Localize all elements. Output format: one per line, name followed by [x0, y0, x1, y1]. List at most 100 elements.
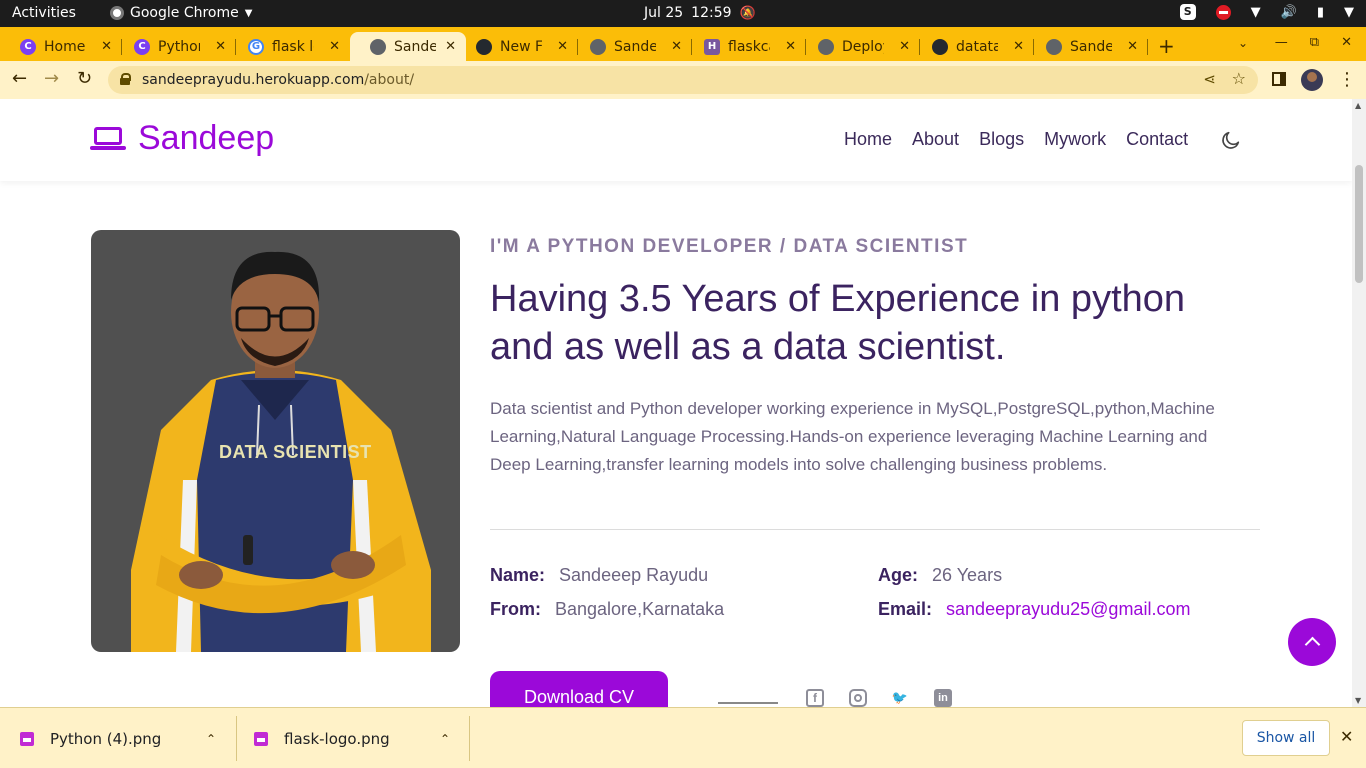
- close-tab-icon[interactable]: ✕: [1013, 39, 1024, 54]
- restore-icon[interactable]: ⧉: [1310, 35, 1319, 50]
- close-tab-icon[interactable]: ✕: [329, 39, 340, 54]
- scrollbar-thumb[interactable]: [1355, 165, 1363, 283]
- volume-icon: 🔊: [1280, 4, 1297, 20]
- info-value: 26 Years: [932, 565, 1003, 585]
- scroll-up-arrow-icon[interactable]: ▲: [1355, 101, 1361, 110]
- info-email: Email: sandeeprayudu25@gmail.com: [878, 599, 1190, 620]
- linkedin-icon[interactable]: in: [934, 689, 952, 707]
- tab-title: Sandee: [1070, 38, 1112, 55]
- tab[interactable]: Deploy ✕: [798, 32, 920, 61]
- side-panel-icon[interactable]: [1272, 72, 1286, 86]
- skype-icon[interactable]: S: [1179, 4, 1196, 20]
- tab-title: Sandee: [614, 38, 656, 55]
- tab[interactable]: New Fil ✕: [456, 32, 578, 61]
- close-tab-icon[interactable]: ✕: [671, 39, 682, 54]
- minimize-icon[interactable]: —: [1275, 35, 1288, 50]
- close-window-icon[interactable]: ✕: [1341, 35, 1352, 50]
- email-link[interactable]: sandeeprayudu25@gmail.com: [946, 599, 1190, 619]
- bookmark-star-icon[interactable]: ☆: [1232, 69, 1246, 88]
- chevron-up-icon[interactable]: ⌃: [206, 732, 216, 746]
- info-label: Age:: [878, 565, 918, 585]
- tab-title: Deploy: [842, 38, 884, 55]
- download-item[interactable]: flask-logo.png ⌃: [254, 708, 466, 768]
- divider: [236, 716, 237, 761]
- about-headline: Having 3.5 Years of Experience in python…: [490, 278, 1186, 368]
- tab[interactable]: G flask lo ✕: [228, 32, 350, 61]
- circle-c-icon: C: [134, 38, 150, 55]
- app-menu[interactable]: Google Chrome ▼: [110, 5, 252, 21]
- nav-contact[interactable]: Contact: [1126, 129, 1188, 150]
- divider: [469, 716, 470, 761]
- close-shelf-icon[interactable]: ✕: [1340, 727, 1353, 746]
- nav-blogs[interactable]: Blogs: [979, 129, 1024, 150]
- tab-strip: C Home - ✕ C Python ✕ G flask lo ✕ Sande…: [0, 27, 1366, 61]
- battery-icon: ▮: [1316, 4, 1324, 20]
- url-path: /about/: [364, 72, 415, 88]
- share-icon[interactable]: ⋖: [1203, 70, 1216, 88]
- tab-title: flaskca: [728, 38, 770, 55]
- tab[interactable]: datatal ✕: [912, 32, 1034, 61]
- do-not-disturb-icon[interactable]: [1215, 4, 1231, 20]
- info-name: Name: Sandeeep Rayudu: [490, 565, 708, 586]
- close-tab-icon[interactable]: ✕: [1127, 39, 1138, 54]
- close-tab-icon[interactable]: ✕: [899, 39, 910, 54]
- page-viewport: Sandeep Home About Blogs Mywork Contact: [0, 99, 1366, 707]
- tab-title: Home -: [44, 38, 86, 55]
- tab-title: datatal: [956, 38, 998, 55]
- system-menu-caret-icon[interactable]: ▼: [1344, 5, 1354, 20]
- close-tab-icon[interactable]: ✕: [215, 39, 226, 54]
- close-tab-icon[interactable]: ✕: [101, 39, 112, 54]
- tab[interactable]: H flaskca ✕: [684, 32, 806, 61]
- nav-about[interactable]: About: [912, 129, 959, 150]
- about-kicker: I'M A PYTHON DEVELOPER / DATA SCIENTIST: [490, 236, 969, 257]
- tab-active[interactable]: Sandee ✕: [350, 32, 466, 61]
- notifications-muted-icon: 🔕: [739, 5, 756, 21]
- close-tab-icon[interactable]: ✕: [445, 39, 456, 54]
- divider: [490, 529, 1260, 530]
- download-cv-button[interactable]: Download CV: [490, 671, 668, 707]
- tab[interactable]: C Python ✕: [114, 32, 236, 61]
- close-tab-icon[interactable]: ✕: [785, 39, 796, 54]
- image-file-icon: [20, 731, 34, 746]
- app-name: Google Chrome: [130, 5, 239, 21]
- dark-mode-moon-icon[interactable]: [1220, 129, 1242, 151]
- nav-mywork[interactable]: Mywork: [1044, 129, 1106, 150]
- profile-photo: DATA SCIENTIST: [91, 230, 460, 652]
- tab[interactable]: Sandee ✕: [570, 32, 692, 61]
- social-divider-line: [718, 702, 778, 704]
- tab[interactable]: C Home - ✕: [0, 32, 122, 61]
- activities-button[interactable]: Activities: [12, 5, 76, 21]
- system-tray[interactable]: S ▼ 🔊 ▮ ▼: [1179, 4, 1354, 20]
- twitter-icon[interactable]: 🐦: [891, 689, 909, 707]
- close-tab-icon[interactable]: ✕: [557, 39, 568, 54]
- new-tab-button[interactable]: +: [1158, 34, 1175, 58]
- url-text[interactable]: sandeeprayudu.herokuapp.com/about/: [142, 72, 414, 88]
- profile-avatar[interactable]: [1301, 69, 1323, 91]
- back-to-top-button[interactable]: [1288, 618, 1336, 666]
- chrome-icon: [110, 6, 124, 20]
- portrait-illustration: [131, 251, 431, 652]
- forward-arrow-icon[interactable]: →: [44, 68, 59, 89]
- back-arrow-icon[interactable]: ←: [12, 68, 27, 89]
- reload-icon[interactable]: ↻: [77, 68, 92, 89]
- tab[interactable]: Sandee ✕: [1026, 32, 1148, 61]
- clock[interactable]: Jul 25 12:59 🔕: [644, 5, 756, 21]
- chrome-menu-icon[interactable]: ⋮: [1338, 69, 1356, 90]
- page-scrollbar[interactable]: ▲ ▼: [1352, 99, 1366, 707]
- facebook-icon[interactable]: f: [806, 689, 824, 707]
- chevron-up-icon[interactable]: ⌃: [440, 732, 450, 746]
- show-all-downloads-button[interactable]: Show all: [1242, 720, 1330, 756]
- instagram-icon[interactable]: [849, 689, 867, 707]
- nav-home[interactable]: Home: [844, 129, 892, 150]
- browser-toolbar: ← → ↻ sandeeprayudu.herokuapp.com/about/…: [0, 61, 1366, 99]
- info-value: Bangalore,Karnataka: [555, 599, 725, 619]
- github-icon: [476, 38, 492, 55]
- download-item[interactable]: Python (4).png ⌃: [20, 708, 232, 768]
- scroll-down-arrow-icon[interactable]: ▼: [1355, 696, 1361, 705]
- tab-search-chevron-icon[interactable]: ⌄: [1238, 36, 1248, 50]
- download-filename: Python (4).png: [50, 729, 162, 748]
- lock-icon[interactable]: [120, 73, 131, 85]
- address-bar[interactable]: sandeeprayudu.herokuapp.com/about/ ⋖ ☆: [108, 66, 1258, 94]
- caret-down-icon: ▼: [244, 7, 253, 19]
- site-logo[interactable]: Sandeep: [90, 119, 274, 158]
